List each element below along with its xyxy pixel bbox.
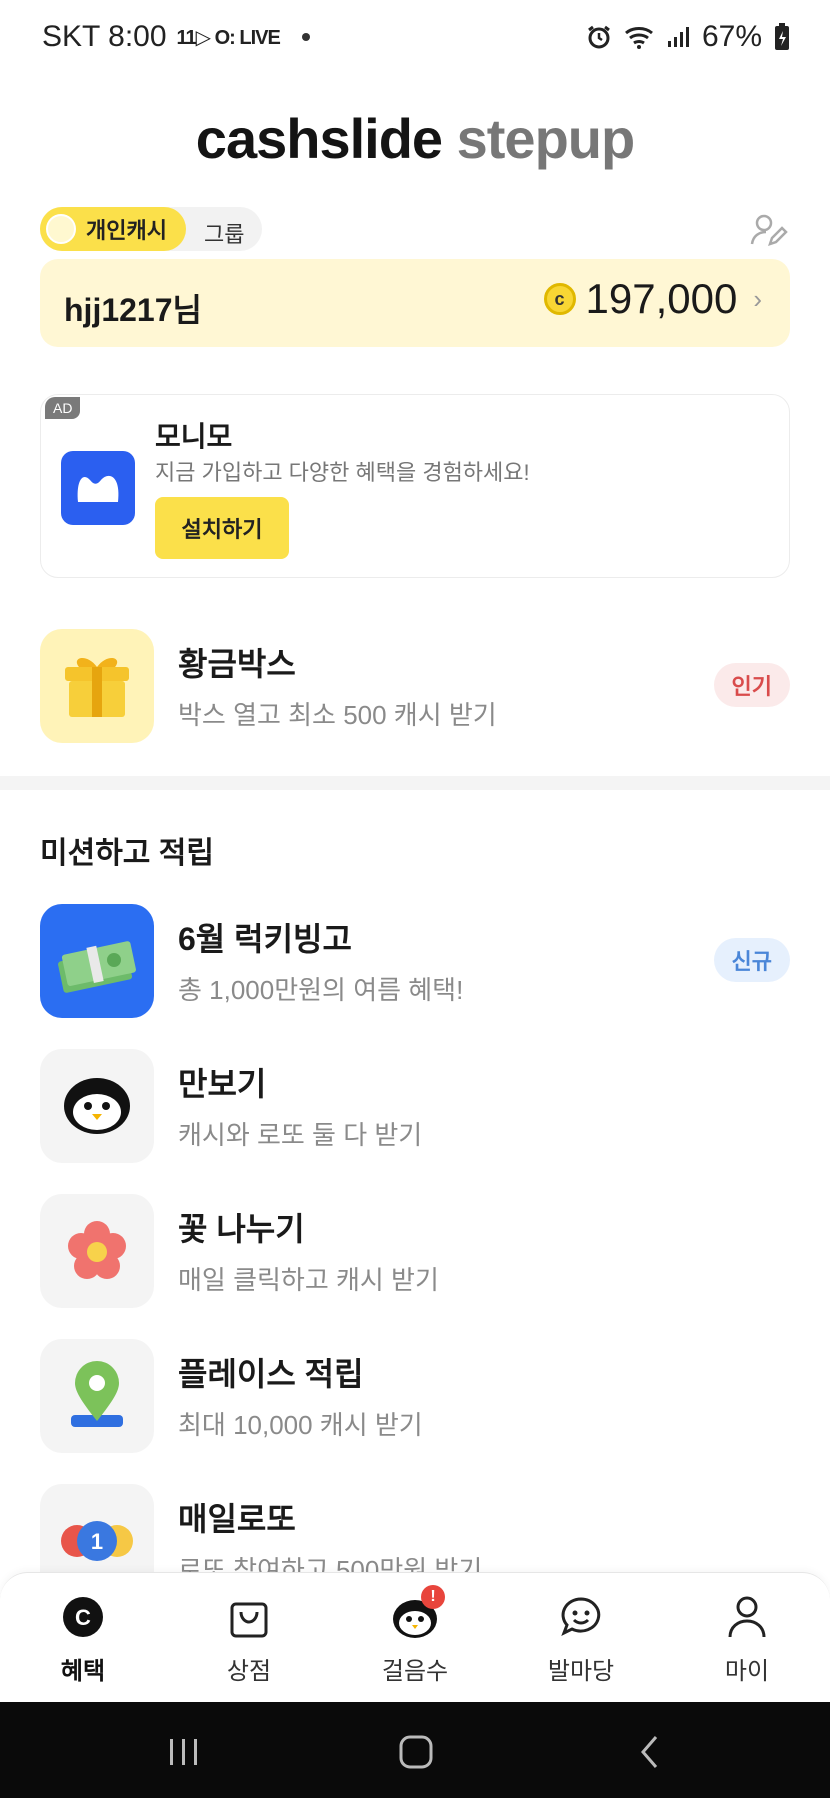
popular-badge: 인기 [713,663,790,707]
ad-badge: AD [45,397,81,419]
logo-stepup: stepup [456,107,636,170]
toggle-personal-label: 개인캐시 [86,218,167,243]
nav-shop[interactable]: 상점 [189,1593,309,1686]
mission-title: 꽃 나누기 [178,1211,305,1247]
mission-title: 매일로또 [178,1501,296,1537]
toggle-group-label[interactable]: 그룹 [204,217,244,249]
mission-subtitle: 캐시와 로또 둘 다 받기 [178,1120,423,1150]
battery-percent: 67% [701,20,762,53]
username: hjj1217님 [64,292,202,328]
battery-icon [775,23,789,50]
status-bar: SKT 8:00 11▷ O: LIVE 67% [0,0,830,76]
alert-badge: ! [421,1585,445,1609]
profile-edit-icon[interactable] [748,210,788,250]
chat-smile-icon [557,1593,605,1641]
mission-subtitle: 총 1,000만원의 여름 혜택! [178,975,464,1005]
person-icon [723,1593,771,1641]
system-nav-bar [0,1702,830,1798]
money-stack-icon [40,904,154,1018]
flower-icon [40,1194,154,1308]
gift-box-icon [40,629,154,743]
nav-label: 혜택 [60,1658,106,1685]
notification-dot-icon [301,33,310,41]
cash-balance-card[interactable]: hjj1217님 c 197,000 › [40,259,790,347]
mission-item-pedometer[interactable]: 만보기 캐시와 로또 둘 다 받기 [40,1049,790,1163]
recent-apps-icon[interactable] [154,1732,214,1772]
mission-subtitle: 최대 10,000 캐시 받기 [178,1410,423,1440]
cash-type-toggle[interactable]: 개인캐시 그룹 [40,207,262,251]
back-icon[interactable] [620,1732,680,1772]
mission-title: 만보기 [178,1066,267,1102]
app-logo: cashslide stepup [0,106,830,171]
mission-item-lucky-bingo[interactable]: 6월 럭키빙고 총 1,000만원의 여름 혜택! 신규 [40,904,790,1018]
nav-label: 마이 [724,1658,770,1685]
new-badge: 신규 [713,938,790,982]
nav-my[interactable]: 마이 [687,1593,807,1686]
install-button[interactable]: 설치하기 [155,497,289,559]
penguin-icon [40,1049,154,1163]
monimo-logo-icon [61,451,135,525]
nav-label: 걸음수 [381,1658,449,1685]
home-icon[interactable] [386,1732,446,1772]
nav-steps[interactable]: ! 걸음수 [355,1585,475,1686]
mission-section-title: 미션하고 적립 [40,837,214,870]
nav-label: 상점 [226,1658,272,1685]
cash-amount-group: c 197,000 › [543,275,762,323]
lotto-ball-number: 1 [91,1529,103,1554]
mission-item-place[interactable]: 플레이스 적립 최대 10,000 캐시 받기 [40,1339,790,1453]
status-left: SKT 8:00 11▷ O: LIVE [42,20,310,54]
signal-icon [667,27,689,47]
alarm-icon [588,25,610,49]
ad-card[interactable]: AD 모니모 지금 가입하고 다양한 혜택을 경험하세요! 설치하기 [40,394,790,578]
golden-box-subtitle: 박스 열고 최소 500 캐시 받기 [178,700,497,730]
toggle-knob [46,214,76,244]
penguin-icon: ! [391,1585,445,1641]
mission-subtitle: 매일 클릭하고 캐시 받기 [178,1265,439,1295]
toggle-personal-cash[interactable]: 개인캐시 [40,207,186,251]
status-indicators: 11▷ O: LIVE [176,26,281,49]
logo-cashslide: cashslide [195,107,443,170]
carrier-time: SKT 8:00 [42,20,167,53]
nav-benefits[interactable]: C 혜택 [23,1593,143,1686]
section-divider [0,776,830,790]
nav-community[interactable]: 발마당 [521,1593,641,1686]
chevron-right-icon: › [753,283,762,314]
golden-box-item[interactable]: 황금박스 박스 열고 최소 500 캐시 받기 인기 [40,629,790,743]
ad-description: 지금 가입하고 다양한 혜택을 경험하세요! [155,460,530,485]
ad-title: 모니모 [155,421,233,452]
bottom-nav: C 혜택 상점 ! 걸음수 발마당 마이 [0,1572,830,1702]
coin-icon: c [543,283,576,315]
app-screen: SKT 8:00 11▷ O: LIVE 67% cashslide stepu… [0,0,830,1798]
map-pin-icon [40,1339,154,1453]
cash-coin-icon: C [59,1593,107,1641]
mission-title: 플레이스 적립 [178,1356,364,1392]
golden-box-title: 황금박스 [178,646,296,682]
cash-amount: 197,000 [585,275,738,322]
nav-label: 발마당 [547,1658,615,1685]
mission-item-flower[interactable]: 꽃 나누기 매일 클릭하고 캐시 받기 [40,1194,790,1308]
status-right: 67% [586,20,790,54]
shopping-bag-icon [225,1593,273,1641]
svg-text:C: C [75,1605,91,1630]
mission-title: 6월 럭키빙고 [178,921,352,957]
wifi-icon [624,27,653,49]
